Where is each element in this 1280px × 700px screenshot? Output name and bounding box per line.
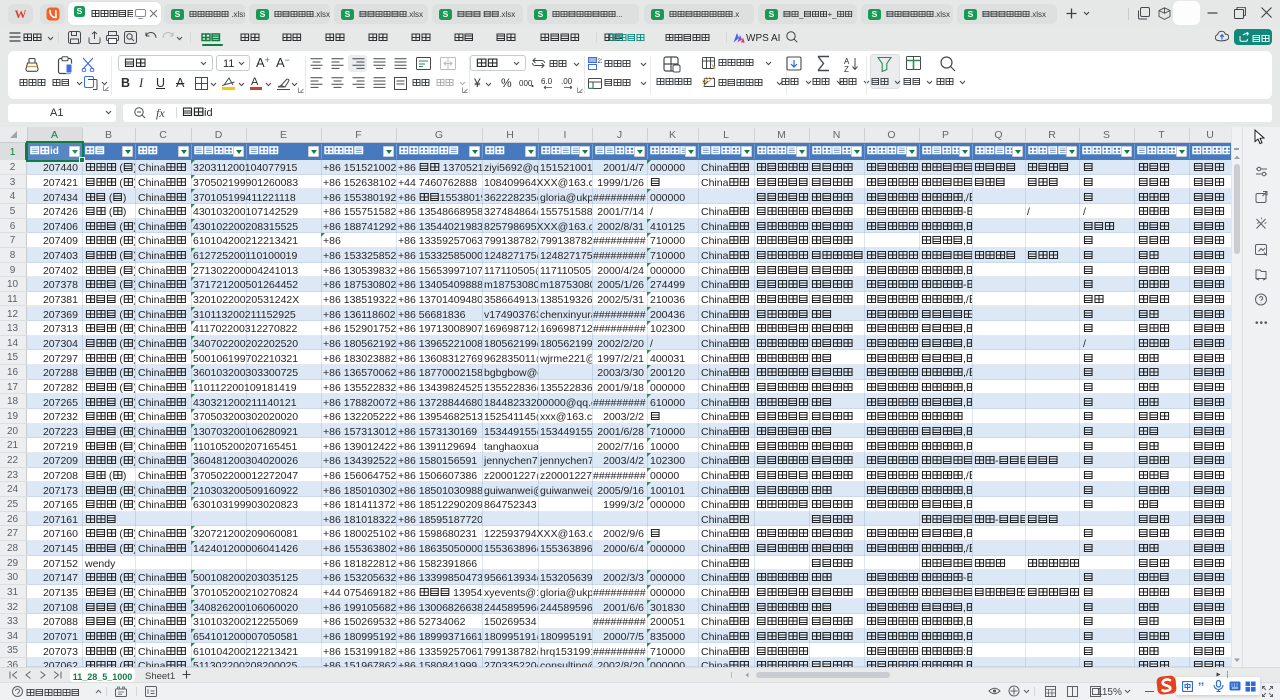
svg-text:000: 000 [519,79,533,88]
svg-text:23: 23 [598,59,603,65]
svg-text:A: A [251,76,259,88]
svg-text:.00: .00 [561,77,573,86]
svg-text:6.0: 6.0 [541,77,553,86]
svg-text:Z: Z [844,65,849,72]
